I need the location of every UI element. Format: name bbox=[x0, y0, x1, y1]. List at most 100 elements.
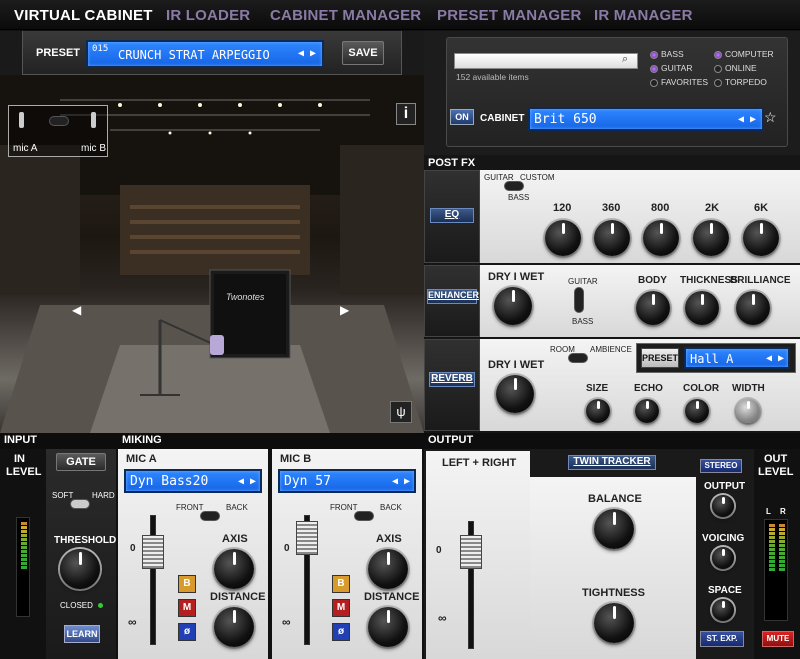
eq-360-knob[interactable] bbox=[594, 220, 630, 256]
tightness-label: TIGHTNESS bbox=[582, 587, 645, 599]
tab-cabinet-manager[interactable]: CABINET MANAGER bbox=[270, 7, 421, 24]
tightness-knob[interactable] bbox=[594, 603, 634, 643]
tab-virtual-cabinet[interactable]: VIRTUAL CABINET bbox=[14, 7, 153, 24]
reverb-color-knob[interactable] bbox=[685, 399, 709, 423]
mic-a-display[interactable]: Dyn Bass20 ◀ ▶ bbox=[124, 469, 262, 493]
gate-button[interactable]: GATE bbox=[56, 453, 106, 471]
balance-knob[interactable] bbox=[594, 509, 634, 549]
mic-b-bleed-button[interactable]: B bbox=[332, 575, 350, 593]
mic-select-toggle[interactable] bbox=[49, 116, 69, 126]
eq-mode-switch[interactable] bbox=[504, 181, 524, 191]
reverb-drywet-knob[interactable] bbox=[496, 375, 534, 413]
eq-mode-custom: CUSTOM bbox=[520, 173, 555, 182]
cabinet-search-input[interactable] bbox=[454, 53, 638, 69]
enhancer-button[interactable]: ENHANCER bbox=[427, 289, 479, 304]
stereo-button[interactable]: STEREO bbox=[700, 459, 742, 473]
mic-b-model: Dyn 57 bbox=[284, 474, 331, 489]
enhancer-mode-switch[interactable] bbox=[574, 287, 584, 313]
stereo-expander-button[interactable]: ST. EXP. bbox=[700, 631, 744, 647]
save-button[interactable]: SAVE bbox=[342, 41, 384, 65]
enhancer-thickness-knob[interactable] bbox=[685, 291, 719, 325]
post-fx-title: POST FX bbox=[428, 157, 476, 169]
mic-b-title: MIC B bbox=[280, 453, 312, 465]
eq-button[interactable]: EQ bbox=[430, 208, 474, 223]
preset-arrows-icon[interactable]: ◀ ▶ bbox=[298, 48, 316, 59]
stage-left-arrow-icon[interactable]: ◀ bbox=[72, 303, 81, 317]
tuner-fork-icon[interactable]: ψ bbox=[390, 401, 412, 423]
filter-torpedo[interactable]: TORPEDO bbox=[714, 77, 774, 91]
radio-icon bbox=[650, 50, 658, 59]
space-knob[interactable] bbox=[712, 599, 734, 621]
info-button[interactable]: i bbox=[396, 103, 416, 125]
stage-right-arrow-icon[interactable]: ▶ bbox=[340, 303, 349, 317]
reverb-echo-knob[interactable] bbox=[635, 399, 659, 423]
reverb-mode-switch[interactable] bbox=[568, 353, 588, 363]
output-fader[interactable] bbox=[460, 535, 482, 569]
mic-b-axis-knob[interactable] bbox=[368, 549, 408, 589]
search-icon[interactable]: ⌕ bbox=[622, 53, 628, 66]
enhancer-knob-label: BRILLIANCE bbox=[730, 275, 791, 286]
voicing-knob[interactable] bbox=[712, 547, 734, 569]
reverb-width-knob[interactable] bbox=[736, 399, 760, 423]
eq-800-knob[interactable] bbox=[643, 220, 679, 256]
mic-a-axis-label: AXIS bbox=[222, 533, 248, 545]
threshold-knob[interactable] bbox=[60, 549, 100, 589]
enhancer-body-knob[interactable] bbox=[636, 291, 670, 325]
mic-a-fader[interactable] bbox=[142, 535, 164, 569]
enhancer-brilliance-knob[interactable] bbox=[736, 291, 770, 325]
output-knob[interactable] bbox=[712, 495, 734, 517]
mic-b-arrows-icon[interactable]: ◀ ▶ bbox=[392, 476, 410, 487]
reverb-arrows-icon[interactable]: ◀ ▶ bbox=[766, 353, 784, 364]
filter-guitar[interactable]: GUITAR bbox=[650, 63, 708, 77]
mic-b-fader[interactable] bbox=[296, 521, 318, 555]
reverb-size-knob[interactable] bbox=[586, 399, 610, 423]
tab-ir-manager[interactable]: IR MANAGER bbox=[594, 7, 693, 24]
mic-a-icon bbox=[19, 112, 24, 128]
favorite-star-icon[interactable]: ☆ bbox=[764, 109, 777, 126]
meter-l-label: L bbox=[766, 507, 771, 516]
mic-b-phase-button[interactable]: ø bbox=[332, 623, 350, 641]
gate-soft-label: SOFT bbox=[52, 491, 74, 500]
mic-a-bleed-button[interactable]: B bbox=[178, 575, 196, 593]
mic-b-display[interactable]: Dyn 57 ◀ ▶ bbox=[278, 469, 416, 493]
reverb-preset-button[interactable]: PRESET bbox=[641, 348, 679, 368]
filter-online[interactable]: ONLINE bbox=[714, 63, 774, 77]
mic-a-axis-knob[interactable] bbox=[214, 549, 254, 589]
mic-a-mute-button[interactable]: M bbox=[178, 599, 196, 617]
cabinet-arrows-icon[interactable]: ◀ ▶ bbox=[738, 114, 756, 125]
eq-6k-knob[interactable] bbox=[743, 220, 779, 256]
mic-a-distance-knob[interactable] bbox=[214, 607, 254, 647]
mic-a-position-switch[interactable] bbox=[200, 511, 220, 521]
cabinet-display[interactable]: Brit 650 ◀ ▶ bbox=[528, 107, 764, 131]
mic-b-distance-knob[interactable] bbox=[368, 607, 408, 647]
filter-computer[interactable]: COMPUTER bbox=[714, 49, 774, 63]
mic-a-arrows-icon[interactable]: ◀ ▶ bbox=[238, 476, 256, 487]
filter-bass[interactable]: BASS bbox=[650, 49, 708, 63]
in-level-meter: IN LEVEL bbox=[0, 449, 46, 659]
learn-button[interactable]: LEARN bbox=[64, 625, 100, 643]
mute-button[interactable]: MUTE bbox=[762, 631, 794, 647]
stage-view[interactable]: Twonotes mic A mic B i ◀ ▶ ψ bbox=[0, 75, 424, 433]
tab-ir-loader[interactable]: IR LOADER bbox=[166, 7, 250, 24]
enhancer-knob-label: BODY bbox=[638, 275, 667, 286]
in-level-label-2: LEVEL bbox=[6, 466, 42, 478]
tab-preset-manager[interactable]: PRESET MANAGER bbox=[437, 7, 581, 24]
mic-b-mute-button[interactable]: M bbox=[332, 599, 350, 617]
reverb-button[interactable]: REVERB bbox=[429, 372, 475, 387]
reverb-preset-display[interactable]: Hall A ◀ ▶ bbox=[684, 347, 790, 369]
mic-a-marker[interactable] bbox=[210, 335, 224, 355]
enhancer-drywet-knob[interactable] bbox=[494, 287, 532, 325]
gate-mode-switch[interactable] bbox=[70, 499, 90, 509]
out-level-meter: OUT LEVEL L R MUTE bbox=[754, 449, 800, 659]
preset-display[interactable]: 015 CRUNCH STRAT ARPEGGIO ◀ ▶ bbox=[86, 40, 324, 68]
miking-title: MIKING bbox=[122, 434, 162, 446]
tab-twin-tracker[interactable]: TWIN TRACKER bbox=[568, 455, 656, 470]
eq-120-knob[interactable] bbox=[545, 220, 581, 256]
eq-2k-knob[interactable] bbox=[693, 220, 729, 256]
cabinet-on-button[interactable]: ON bbox=[450, 109, 474, 125]
tab-left-right[interactable]: LEFT + RIGHT bbox=[442, 457, 516, 469]
eq-band-label: 800 bbox=[651, 202, 670, 214]
mic-a-phase-button[interactable]: ø bbox=[178, 623, 196, 641]
filter-favorites[interactable]: FAVORITES bbox=[650, 77, 708, 91]
mic-b-position-switch[interactable] bbox=[354, 511, 374, 521]
